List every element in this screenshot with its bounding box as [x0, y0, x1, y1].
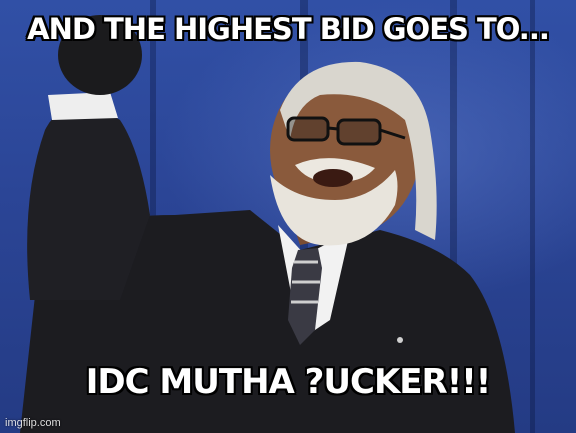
- glasses-right-lens: [336, 118, 382, 146]
- shirt-cuff: [48, 92, 118, 120]
- glasses-left-lens: [286, 116, 330, 142]
- bottom-caption: IDC MUTHA ?UCKER!!!: [85, 362, 491, 402]
- lapel-pin: [397, 337, 403, 343]
- mouth: [313, 169, 353, 187]
- meme-image: AND THE HIGHEST BID GOES TO... IDC MUTHA…: [0, 0, 576, 433]
- watermark: imgflip.com: [5, 417, 61, 429]
- top-caption: AND THE HIGHEST BID GOES TO...: [27, 12, 550, 46]
